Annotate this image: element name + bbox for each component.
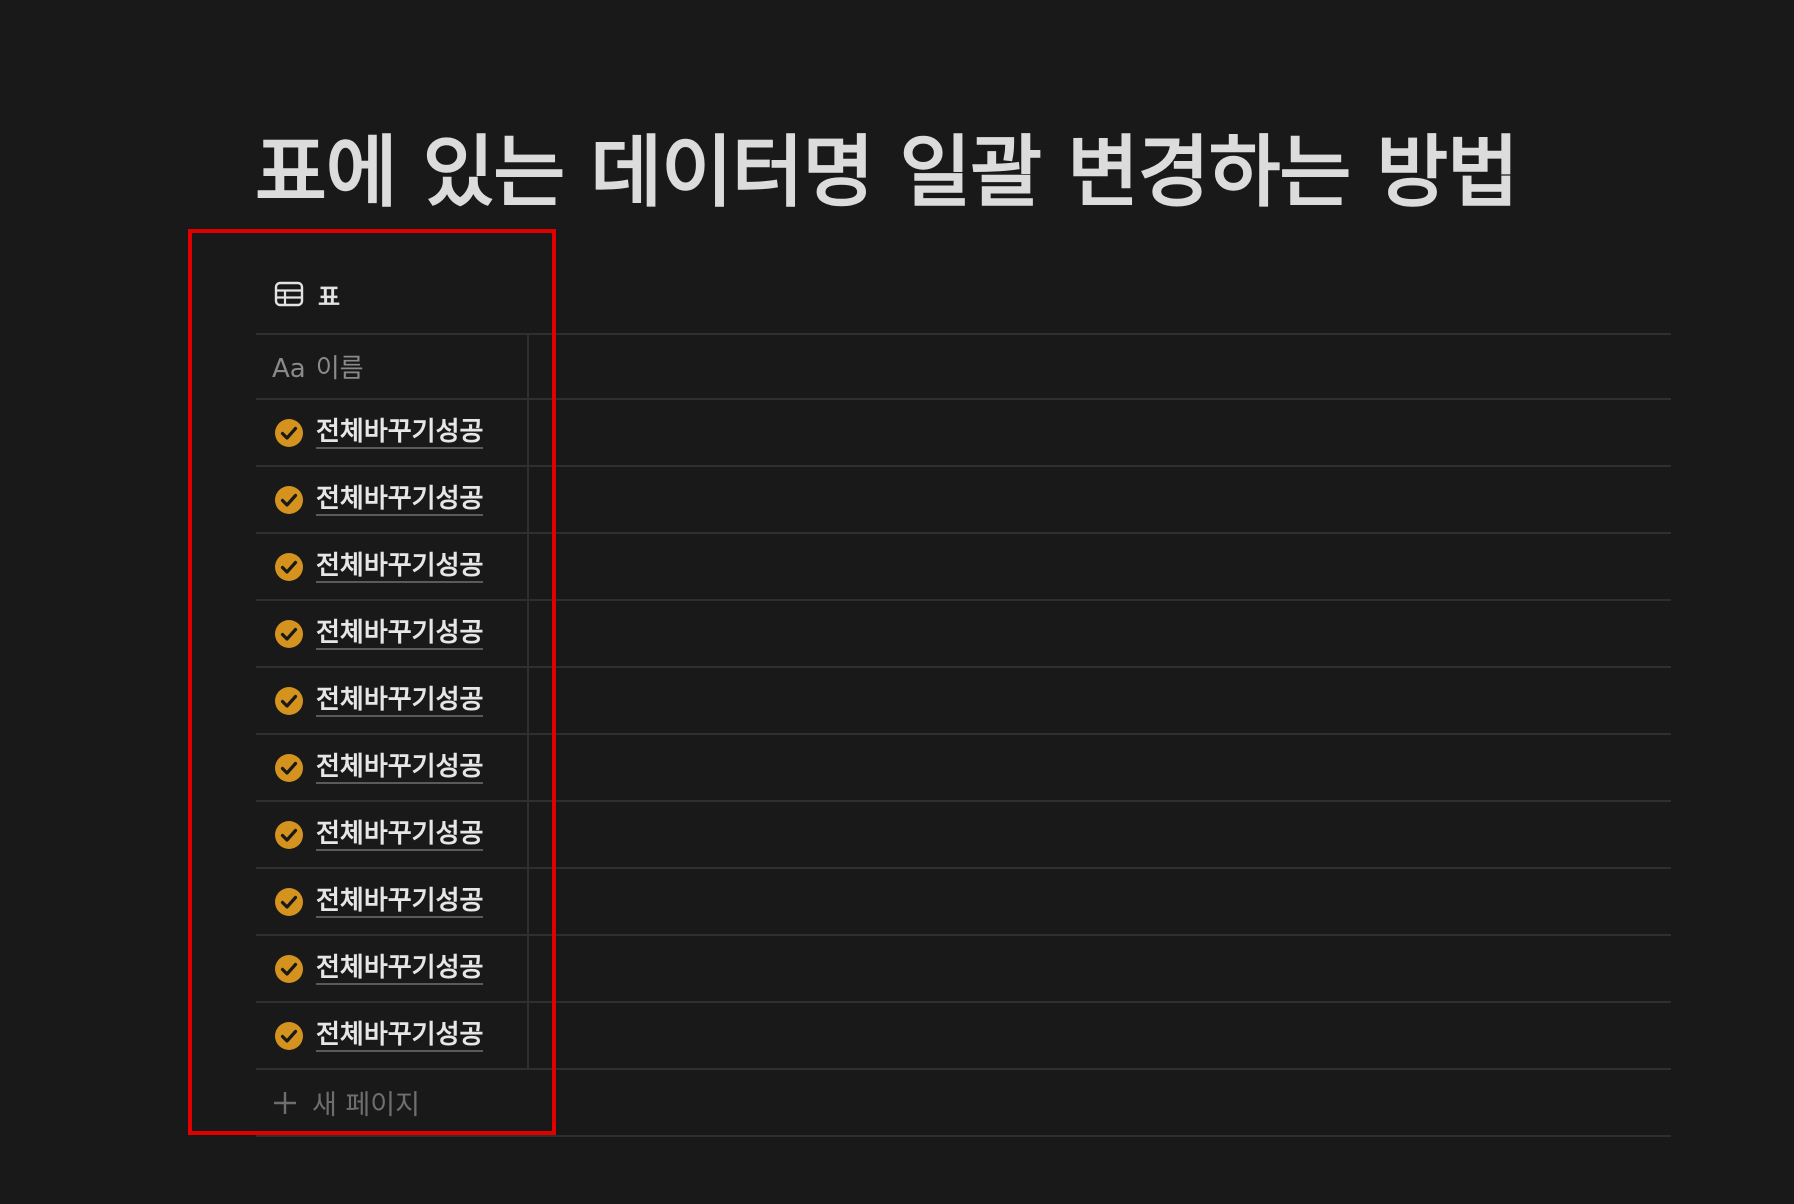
row-title-link[interactable]: 전체바꾸기성공 bbox=[316, 752, 484, 784]
name-cell[interactable]: 전체바꾸기성공 bbox=[256, 869, 529, 934]
check-circle-icon bbox=[275, 753, 303, 782]
table-row: 전체바꾸기성공 bbox=[256, 735, 1671, 802]
table-rows: 전체바꾸기성공 전체바꾸기성공 전체바꾸기성공 전체바꾸기성공 전체바꾸기성공 전체바꾸기… bbox=[256, 400, 1671, 1070]
row-title-link[interactable]: 전체바꾸기성공 bbox=[316, 953, 484, 985]
row-title-link[interactable]: 전체바꾸기성공 bbox=[316, 484, 484, 516]
table-row: 전체바꾸기성공 bbox=[256, 467, 1671, 534]
empty-cell bbox=[529, 735, 1671, 800]
empty-cell bbox=[529, 668, 1671, 733]
name-cell[interactable]: 전체바꾸기성공 bbox=[256, 400, 529, 465]
new-page-label: 새 페이지 bbox=[312, 1090, 420, 1121]
check-circle-icon bbox=[275, 686, 303, 715]
row-title-link[interactable]: 전체바꾸기성공 bbox=[316, 618, 484, 650]
column-header-name[interactable]: Aa 이름 bbox=[256, 335, 529, 398]
name-cell[interactable]: 전체바꾸기성공 bbox=[256, 467, 529, 532]
name-cell[interactable]: 전체바꾸기성공 bbox=[256, 735, 529, 800]
text-property-icon: Aa bbox=[272, 354, 306, 384]
name-cell[interactable]: 전체바꾸기성공 bbox=[256, 936, 529, 1001]
empty-cell bbox=[529, 802, 1671, 867]
check-circle-icon bbox=[275, 820, 303, 849]
empty-cell bbox=[529, 534, 1671, 599]
check-circle-icon bbox=[275, 418, 303, 447]
tab-table-view-label: 표 bbox=[318, 282, 341, 311]
empty-cell bbox=[529, 467, 1671, 532]
name-cell[interactable]: 전체바꾸기성공 bbox=[256, 1003, 529, 1068]
check-circle-icon bbox=[275, 1021, 303, 1050]
name-cell[interactable]: 전체바꾸기성공 bbox=[256, 534, 529, 599]
empty-cell bbox=[529, 601, 1671, 666]
new-page-button[interactable]: 새 페이지 bbox=[256, 1070, 1671, 1137]
row-title-link[interactable]: 전체바꾸기성공 bbox=[316, 886, 484, 918]
row-title-link[interactable]: 전체바꾸기성공 bbox=[316, 417, 484, 449]
table-row: 전체바꾸기성공 bbox=[256, 668, 1671, 735]
database-table: Aa 이름 전체바꾸기성공 전체바꾸기성공 전체바꾸기성공 전체바꾸기성공 전체바꾸기성공… bbox=[256, 333, 1671, 1137]
table-icon bbox=[274, 281, 304, 307]
name-cell[interactable]: 전체바꾸기성공 bbox=[256, 668, 529, 733]
table-row: 전체바꾸기성공 bbox=[256, 400, 1671, 467]
row-title-link[interactable]: 전체바꾸기성공 bbox=[316, 819, 484, 851]
check-circle-icon bbox=[275, 485, 303, 514]
table-row: 전체바꾸기성공 bbox=[256, 534, 1671, 601]
empty-cell bbox=[529, 1003, 1671, 1068]
empty-cell bbox=[529, 400, 1671, 465]
column-header-name-label: 이름 bbox=[315, 354, 364, 384]
table-header-row: Aa 이름 bbox=[256, 333, 1671, 400]
check-circle-icon bbox=[275, 954, 303, 983]
tab-table-view[interactable]: 표 bbox=[274, 272, 340, 316]
table-row: 전체바꾸기성공 bbox=[256, 802, 1671, 869]
table-row: 전체바꾸기성공 bbox=[256, 1003, 1671, 1070]
table-row: 전체바꾸기성공 bbox=[256, 601, 1671, 668]
table-row: 전체바꾸기성공 bbox=[256, 936, 1671, 1003]
check-circle-icon bbox=[275, 887, 303, 916]
plus-icon bbox=[274, 1091, 296, 1114]
page-title[interactable]: 표에 있는 데이터명 일괄 변경하는 방법 bbox=[255, 118, 1519, 228]
check-circle-icon bbox=[275, 552, 303, 581]
empty-cell bbox=[529, 936, 1671, 1001]
check-circle-icon bbox=[275, 619, 303, 648]
empty-column-area bbox=[529, 335, 1671, 398]
page: 표에 있는 데이터명 일괄 변경하는 방법 표 Aa 이름 전체바꾸기성공 전체바꾸… bbox=[0, 0, 1794, 1204]
row-title-link[interactable]: 전체바꾸기성공 bbox=[316, 1020, 484, 1052]
row-title-link[interactable]: 전체바꾸기성공 bbox=[316, 685, 484, 717]
name-cell[interactable]: 전체바꾸기성공 bbox=[256, 601, 529, 666]
row-title-link[interactable]: 전체바꾸기성공 bbox=[316, 551, 484, 583]
name-cell[interactable]: 전체바꾸기성공 bbox=[256, 802, 529, 867]
empty-cell bbox=[529, 869, 1671, 934]
table-row: 전체바꾸기성공 bbox=[256, 869, 1671, 936]
